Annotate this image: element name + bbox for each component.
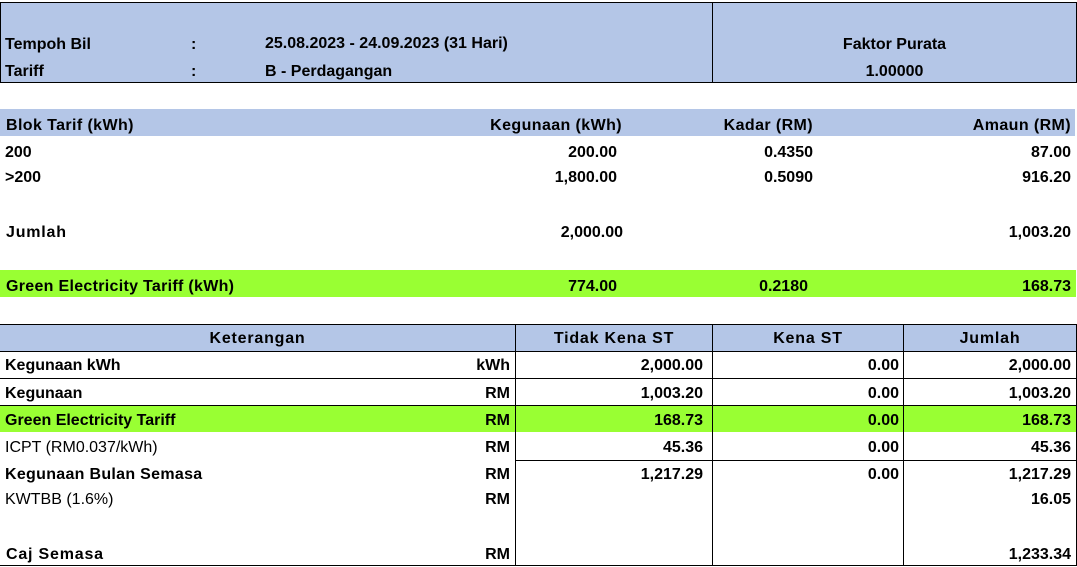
green-tariff-label: Green Electricity Tariff (kWh) [6, 278, 235, 295]
green-tariff-amaun: 168.73 [1022, 278, 1071, 295]
summary-row-icpt-unit: RM [485, 439, 510, 456]
summary-row-kegunaan-tidak: 1,003.20 [640, 385, 703, 402]
tariff-label: Tariff [5, 63, 44, 80]
summary-row-bulan-semasa-tidak: 1,217.29 [640, 466, 703, 483]
kena-st-header: Kena ST [773, 330, 843, 347]
summary-row-kegunaan-kwh-jumlah: 2,000.00 [1008, 357, 1071, 374]
summary-row-kwtbb-unit: RM [485, 491, 510, 508]
summary-row-kegunaan-kwh-unit: kWh [476, 357, 510, 374]
tempoh-bil-value: 25.08.2023 - 24.09.2023 (31 Hari) [265, 35, 508, 52]
block-row-1-amaun: 87.00 [1030, 144, 1071, 161]
caj-semasa-label: Caj Semasa [6, 546, 104, 563]
block-row-1-kegunaan: 200.00 [568, 144, 617, 161]
summary-row-kegunaan-label: Kegunaan [5, 385, 83, 402]
tempoh-bil-label: Tempoh Bil [5, 36, 91, 53]
summary-row-green-label: Green Electricity Tariff [5, 412, 176, 429]
summary-row-green-jumlah: 168.73 [1022, 412, 1071, 429]
summary-row-icpt-label: ICPT (RM0.037/kWh) [5, 439, 158, 456]
summary-row-kwtbb-jumlah: 16.05 [1030, 491, 1071, 508]
tariff-value: B - Perdagangan [265, 63, 393, 80]
green-tariff-kegunaan: 774.00 [568, 278, 617, 295]
summary-row-bulan-semasa-jumlah: 1,217.29 [1008, 466, 1071, 483]
tempoh-colon: : [191, 36, 197, 53]
summary-row-kegunaan-kwh-tidak: 2,000.00 [640, 357, 703, 374]
block-row-2-kadar: 0.5090 [764, 169, 813, 186]
summary-row-green-tidak: 168.73 [654, 412, 703, 429]
faktor-purata-value: 1.00000 [865, 63, 924, 80]
tidak-kena-st-header: Tidak Kena ST [553, 330, 675, 347]
amaun-rm-header: Amaun (RM) [972, 117, 1071, 134]
keterangan-header: Keterangan [209, 330, 306, 347]
summary-row-kegunaan-kwh-label: Kegunaan kWh [5, 357, 121, 374]
caj-semasa-unit: RM [485, 546, 510, 563]
block-row-1-kadar: 0.4350 [764, 144, 813, 161]
block-row-2-amaun: 916.20 [1022, 169, 1071, 186]
summary-row-kegunaan-jumlah: 1,003.20 [1008, 385, 1071, 402]
jumlah-amaun: 1,003.20 [1008, 224, 1071, 241]
caj-semasa-jumlah: 1,233.34 [1008, 546, 1071, 563]
jumlah-kegunaan: 2,000.00 [560, 224, 623, 241]
summary-row-bulan-semasa-label: Kegunaan Bulan Semasa [5, 466, 203, 483]
kegunaan-kwh-header: Kegunaan (kWh) [490, 117, 622, 134]
summary-row-kegunaan-unit: RM [485, 385, 510, 402]
summary-row-bulan-semasa-unit: RM [485, 466, 510, 483]
jumlah-label: Jumlah [6, 224, 67, 241]
block-row-1-blok: 200 [5, 144, 32, 161]
kadar-rm-header: Kadar (RM) [723, 117, 813, 134]
summary-row-kegunaan-kwh-kena: 0.00 [867, 357, 899, 374]
block-row-2-blok: >200 [5, 169, 42, 186]
summary-row-kegunaan-kena: 0.00 [867, 385, 899, 402]
jumlah-header: Jumlah [959, 330, 1021, 347]
summary-row-green-kena: 0.00 [867, 412, 899, 429]
summary-row-icpt-tidak: 45.36 [662, 439, 703, 456]
summary-row-bulan-semasa-kena: 0.00 [867, 466, 899, 483]
tariff-colon: : [191, 63, 197, 80]
block-row-2-kegunaan: 1,800.00 [554, 169, 617, 186]
green-tariff-kadar: 0.2180 [759, 278, 808, 295]
summary-row-green-unit: RM [485, 412, 510, 429]
summary-row-kwtbb-label: KWTBB (1.6%) [5, 491, 114, 508]
summary-row-icpt-jumlah: 45.36 [1030, 439, 1071, 456]
blok-tarif-header: Blok Tarif (kWh) [6, 117, 134, 134]
faktor-purata-label: Faktor Purata [842, 36, 947, 53]
summary-row-icpt-kena: 0.00 [867, 439, 899, 456]
